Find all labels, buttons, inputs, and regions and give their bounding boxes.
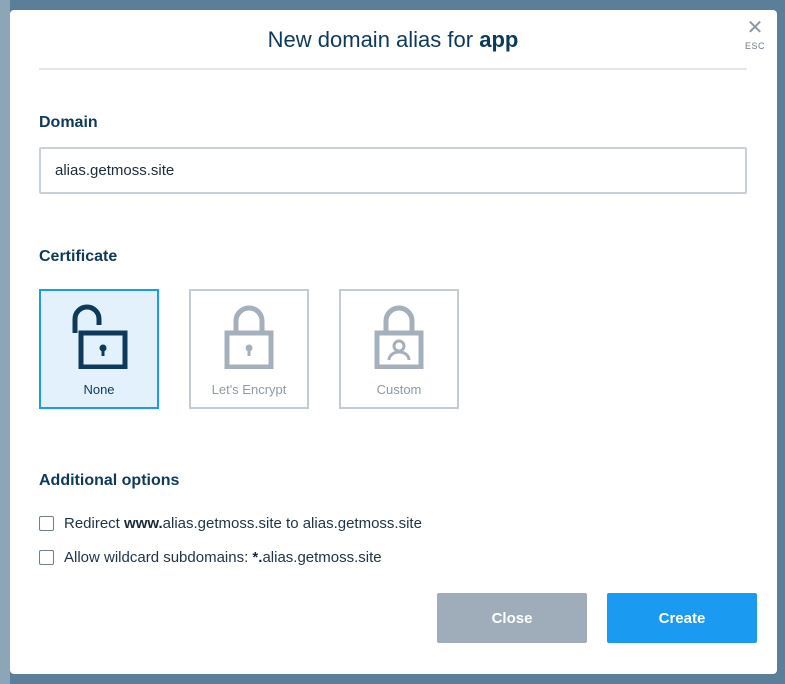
- redirect-www-checkbox[interactable]: [39, 516, 54, 531]
- close-button[interactable]: Close: [437, 593, 587, 643]
- domain-input[interactable]: [39, 147, 747, 194]
- certificate-options: None Let's Encrypt Custom: [39, 289, 459, 409]
- modal-header: New domain alias for app: [39, 10, 747, 70]
- unlocked-padlock-icon: [72, 304, 128, 369]
- cert-option-custom[interactable]: Custom: [339, 289, 459, 409]
- additional-options-label: Additional options: [39, 472, 180, 489]
- wildcard-subdomains-checkbox[interactable]: [39, 550, 54, 565]
- create-button[interactable]: Create: [607, 593, 757, 643]
- cert-option-custom-label: Custom: [376, 382, 422, 397]
- cert-option-lets-encrypt[interactable]: Let's Encrypt: [189, 289, 309, 409]
- wildcard-text-prefix: Allow wildcard subdomains:: [64, 549, 253, 566]
- new-domain-alias-modal: New domain alias for app ✕ ESC Domain Ce…: [10, 10, 777, 674]
- wildcard-text-bold: *.: [252, 549, 263, 566]
- esc-hint: ESC: [745, 41, 766, 51]
- redirect-text-rest: alias.getmoss.site to alias.getmoss.site: [162, 515, 422, 532]
- padlock-icon: [224, 305, 274, 369]
- close-modal-button[interactable]: ✕ ESC: [745, 18, 765, 51]
- redirect-text-prefix: Redirect: [64, 515, 125, 532]
- wildcard-text-rest: alias.getmoss.site: [262, 549, 382, 566]
- redirect-www-option[interactable]: Redirect www. alias.getmoss.site to alias…: [39, 515, 422, 532]
- padlock-user-icon: [374, 305, 424, 369]
- cert-option-none[interactable]: None: [39, 289, 159, 409]
- wildcard-subdomains-option[interactable]: Allow wildcard subdomains: *. alias.getmo…: [39, 549, 382, 566]
- background-page: [0, 0, 10, 684]
- modal-title: New domain alias for app: [268, 27, 519, 53]
- certificate-label: Certificate: [39, 248, 118, 265]
- cert-option-none-label: None: [83, 382, 115, 397]
- domain-label: Domain: [39, 114, 98, 131]
- redirect-text-bold: www.: [124, 515, 163, 532]
- modal-title-prefix: New domain alias for: [267, 27, 480, 52]
- cert-option-lets-encrypt-label: Let's Encrypt: [211, 382, 287, 397]
- modal-title-app: app: [479, 27, 519, 52]
- close-icon: ✕: [746, 17, 764, 39]
